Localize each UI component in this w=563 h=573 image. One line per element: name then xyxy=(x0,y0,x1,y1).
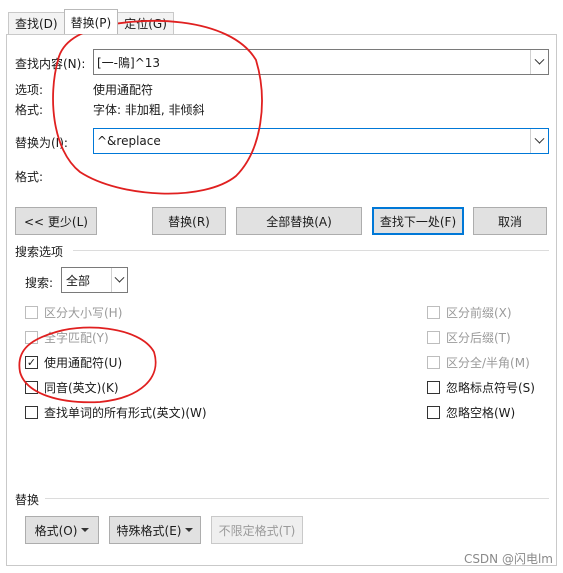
ignore-punctuation-checkbox[interactable]: 忽略标点符号(S) xyxy=(427,379,535,396)
match-case-checkbox[interactable]: 区分大小写(H) xyxy=(25,304,122,321)
search-direction-dropdown[interactable] xyxy=(111,268,127,292)
options-label: 选项: xyxy=(15,83,44,97)
tab-replace[interactable]: 替换(P) xyxy=(63,9,119,34)
dropdown-arrow-icon xyxy=(81,528,90,532)
options-value: 使用通配符 xyxy=(93,83,154,97)
checkbox-box xyxy=(25,406,38,419)
tab-replace-label: 替换(P) xyxy=(70,15,112,30)
use-wildcards-checkbox[interactable]: ✓ 使用通配符(U) xyxy=(25,354,122,371)
checkbox-label: 忽略空格(W) xyxy=(446,406,516,420)
replace-button[interactable]: 替换(R) xyxy=(152,207,226,235)
tab-find-label: 查找(D) xyxy=(15,17,58,31)
search-options-heading: 搜索选项 xyxy=(15,245,64,259)
chevron-down-icon xyxy=(114,272,125,283)
checkbox-label: 区分全/半角(M) xyxy=(446,356,530,370)
search-direction-value: 全部 xyxy=(66,273,91,288)
checkbox-box xyxy=(427,356,440,369)
checkbox-label: 忽略标点符号(S) xyxy=(446,381,535,395)
replace-format-label: 格式: xyxy=(15,170,44,184)
checkbox-box xyxy=(25,381,38,394)
checkbox-box xyxy=(427,381,440,394)
tab-goto[interactable]: 定位(G) xyxy=(117,12,174,34)
all-word-forms-checkbox[interactable]: 查找单词的所有形式(英文)(W) xyxy=(25,404,207,421)
replace-history-dropdown[interactable] xyxy=(530,129,548,153)
checkbox-label: 区分前缀(X) xyxy=(446,306,512,320)
tab-bar: 查找(D) 替换(P) 定位(G) xyxy=(8,9,174,34)
search-direction-select[interactable]: 全部 xyxy=(61,267,128,293)
special-format-button[interactable]: 特殊格式(E) xyxy=(109,516,201,544)
watermark: CSDN @闪电lm xyxy=(463,552,553,566)
checkbox-label: 同音(英文)(K) xyxy=(44,381,119,395)
divider xyxy=(45,498,549,499)
find-format-label: 格式: xyxy=(15,103,44,117)
less-button[interactable]: << 更少(L) xyxy=(15,207,97,235)
checkbox-box xyxy=(25,306,38,319)
replace-all-button[interactable]: 全部替换(A) xyxy=(236,207,362,235)
checkbox-label: 区分大小写(H) xyxy=(44,306,123,320)
find-label: 查找内容(N): xyxy=(15,57,86,71)
replace-input-value: ^&replace xyxy=(97,134,161,148)
find-input-value: [一-隝]^13 xyxy=(97,55,161,70)
checkbox-box xyxy=(427,331,440,344)
checkbox-label: 全字匹配(Y) xyxy=(44,331,109,345)
dropdown-arrow-icon xyxy=(185,528,194,532)
format-button[interactable]: 格式(O) xyxy=(25,516,99,544)
special-format-button-label: 特殊格式(E) xyxy=(116,523,182,538)
find-history-dropdown[interactable] xyxy=(530,50,548,74)
match-width-checkbox[interactable]: 区分全/半角(M) xyxy=(427,354,530,371)
checkbox-box xyxy=(427,406,440,419)
find-input[interactable]: [一-隝]^13 xyxy=(93,49,549,75)
tab-find[interactable]: 查找(D) xyxy=(8,12,65,34)
cancel-button[interactable]: 取消 xyxy=(473,207,547,235)
check-icon: ✓ xyxy=(25,356,38,369)
find-format-value: 字体: 非加粗, 非倾斜 xyxy=(93,103,205,117)
no-formatting-button[interactable]: 不限定格式(T) xyxy=(211,516,303,544)
checkbox-label: 查找单词的所有形式(英文)(W) xyxy=(44,406,207,420)
divider xyxy=(73,250,549,251)
checkbox-label: 使用通配符(U) xyxy=(44,356,123,370)
replace-label: 替换为(I): xyxy=(15,136,68,150)
checkbox-box xyxy=(427,306,440,319)
replace-panel: 查找内容(N): [一-隝]^13 选项: 使用通配符 格式: 字体: 非加粗,… xyxy=(6,34,557,566)
checkbox-box xyxy=(25,331,38,344)
checkbox-label: 区分后缀(T) xyxy=(446,331,511,345)
match-prefix-checkbox[interactable]: 区分前缀(X) xyxy=(427,304,512,321)
match-suffix-checkbox[interactable]: 区分后缀(T) xyxy=(427,329,511,346)
replace-input[interactable]: ^&replace xyxy=(93,128,549,154)
search-direction-label: 搜索: xyxy=(25,276,54,290)
chevron-down-icon xyxy=(534,133,545,144)
format-button-label: 格式(O) xyxy=(34,523,78,538)
replace-section-heading: 替换 xyxy=(15,493,40,507)
ignore-whitespace-checkbox[interactable]: 忽略空格(W) xyxy=(427,404,515,421)
whole-word-checkbox[interactable]: 全字匹配(Y) xyxy=(25,329,109,346)
sounds-like-checkbox[interactable]: 同音(英文)(K) xyxy=(25,379,119,396)
chevron-down-icon xyxy=(534,54,545,65)
tab-goto-label: 定位(G) xyxy=(124,17,167,31)
find-next-button[interactable]: 查找下一处(F) xyxy=(372,207,464,235)
